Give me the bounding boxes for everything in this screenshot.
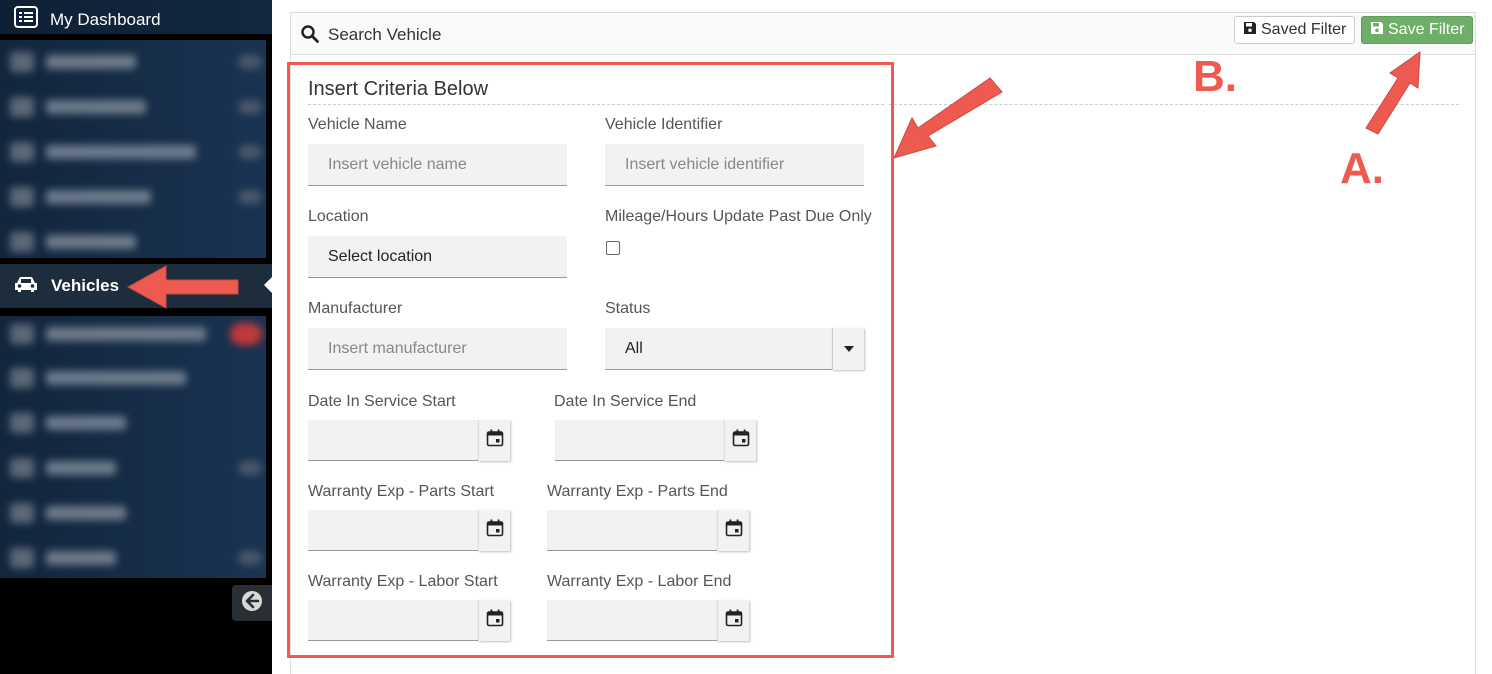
arrow-to-vehicles xyxy=(126,265,239,309)
annotation-arrows xyxy=(126,51,1421,309)
arrow-to-save-filter xyxy=(1365,51,1421,135)
arrow-to-criteria xyxy=(893,77,1003,159)
